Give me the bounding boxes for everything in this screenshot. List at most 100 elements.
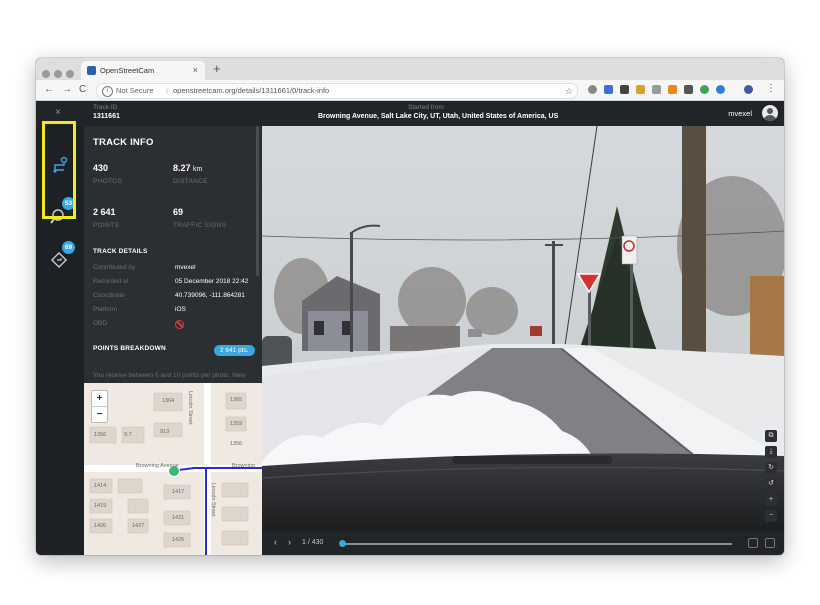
- recorded-at-value: 05 December 2018 22:42: [175, 278, 249, 285]
- sidebar-item-signs[interactable]: 69: [49, 241, 75, 270]
- photo-counter: 1 / 430: [302, 539, 324, 546]
- zoom-control: + −: [91, 390, 108, 423]
- traffic-signs-label: TRAFFIC SIGNS: [173, 222, 227, 229]
- house-number: 1419: [94, 503, 107, 509]
- download-button[interactable]: ⤓: [765, 446, 777, 458]
- house-number: 1364: [162, 398, 175, 404]
- extension-icon[interactable]: [668, 85, 677, 94]
- map[interactable]: + − Browning Avenue Browning Lincoln Str…: [84, 383, 262, 555]
- extension-icon[interactable]: [604, 85, 613, 94]
- panel-scrollbar[interactable]: [256, 126, 259, 276]
- house-number: 1356: [94, 432, 107, 438]
- extension-icon[interactable]: [636, 85, 645, 94]
- url-separator: |: [166, 86, 168, 95]
- photos-value: 430: [93, 163, 109, 173]
- house-number: 1365: [230, 397, 243, 403]
- rotate-left-button[interactable]: ↺: [765, 478, 777, 490]
- browser-tab[interactable]: OpenStreetCam ×: [81, 61, 205, 80]
- zoom-in-button[interactable]: +: [765, 494, 777, 506]
- tab-title: OpenStreetCam: [100, 66, 155, 75]
- detail-key: OBD: [93, 320, 108, 327]
- track-info-panel: TRACK INFO 430 PHOTOS 8.27 km DISTANCE 2…: [84, 126, 262, 383]
- highlight-annotation: [42, 121, 76, 219]
- photo-navigation-bar: ‹ › 1 / 430: [262, 531, 784, 555]
- street-label: Lincoln Street: [187, 391, 193, 425]
- info-icon[interactable]: i: [102, 86, 113, 97]
- extension-icon[interactable]: [700, 85, 709, 94]
- street-photo-viewer[interactable]: ⧉ ⤓ ↻ ↺ + −: [262, 126, 784, 531]
- url-field[interactable]: i Not Secure | openstreetcam.org/details…: [96, 83, 578, 99]
- settings-button[interactable]: [765, 538, 775, 548]
- maximize-window-button[interactable]: [66, 70, 74, 78]
- extension-icon[interactable]: [652, 85, 661, 94]
- points-label: POINTS: [93, 222, 119, 229]
- timeline-handle[interactable]: [339, 540, 346, 547]
- distance-label: DISTANCE: [173, 178, 208, 185]
- fullscreen-button[interactable]: [748, 538, 758, 548]
- minimize-window-button[interactable]: [54, 70, 62, 78]
- street-photo: [262, 126, 784, 531]
- house-number: 1421: [172, 515, 185, 521]
- panel-title: TRACK INFO: [93, 137, 154, 148]
- profile-icon[interactable]: [744, 85, 753, 94]
- reload-icon[interactable]: C: [79, 83, 86, 97]
- forward-icon[interactable]: →: [62, 83, 72, 97]
- zoom-out-button[interactable]: −: [765, 510, 777, 522]
- house-number: 1356: [230, 441, 243, 447]
- house-number: 1414: [94, 483, 107, 489]
- tab-close-icon[interactable]: ×: [193, 61, 198, 80]
- url-text: openstreetcam.org/details/1311661/0/trac…: [173, 86, 330, 95]
- house-number: 913: [160, 429, 170, 435]
- close-window-button[interactable]: [42, 70, 50, 78]
- house-number: 1425: [172, 537, 185, 543]
- platform-value: iOS: [175, 306, 186, 313]
- distance-value: 8.27 km: [173, 163, 203, 173]
- house-number: 1359: [230, 421, 243, 427]
- previous-photo-button[interactable]: ‹: [274, 537, 277, 547]
- started-from-label: Started from: [408, 104, 444, 111]
- browser-window: OpenStreetCam × + ← → C i Not Secure | o…: [36, 58, 784, 555]
- track-id-label: Track ID: [93, 104, 118, 111]
- new-tab-button[interactable]: +: [213, 60, 221, 78]
- track-details-title: TRACK DETAILS: [93, 248, 148, 255]
- close-icon[interactable]: ×: [55, 107, 61, 118]
- address-bar: ← → C i Not Secure | openstreetcam.org/d…: [36, 80, 784, 101]
- back-icon[interactable]: ←: [44, 83, 54, 97]
- coordinate-value: 40.739096, -111.864281: [175, 292, 245, 299]
- app-header: × Track ID 1311661 Started from Browning…: [36, 101, 784, 126]
- browser-menu-icon[interactable]: ⋮: [766, 82, 776, 96]
- house-number: 1417: [172, 489, 185, 495]
- house-number: 1426: [94, 523, 107, 529]
- house-number: 1427: [132, 523, 145, 529]
- zoom-in-button[interactable]: +: [92, 391, 107, 407]
- zoom-out-button[interactable]: −: [92, 407, 107, 422]
- detail-key: Platform: [93, 306, 118, 313]
- contributor-link[interactable]: mvexel: [175, 264, 196, 271]
- next-photo-button[interactable]: ›: [288, 537, 291, 547]
- viewer-tools: ⧉ ⤓ ↻ ↺ + −: [765, 430, 777, 526]
- photo-timeline[interactable]: [342, 543, 732, 545]
- security-label: Not Secure: [116, 86, 154, 95]
- points-value: 2 641: [93, 207, 116, 217]
- street-label: Browning Avenue: [136, 463, 179, 469]
- house-number: 9.7: [124, 432, 132, 438]
- rotate-right-button[interactable]: ↻: [765, 462, 777, 474]
- detail-key: Coordinate: [93, 292, 125, 299]
- extension-icon[interactable]: [716, 85, 725, 94]
- photos-label: PHOTOS: [93, 178, 123, 185]
- points-breakdown-title: POINTS BREAKDOWN: [93, 345, 166, 352]
- points-breakdown-text: You receive between 0 and 10 points per …: [93, 372, 246, 379]
- detail-key: Recorded at: [93, 278, 129, 285]
- extension-icon[interactable]: [684, 85, 693, 94]
- signs-count-badge: 69: [62, 241, 75, 254]
- obd-unavailable-icon: [175, 320, 184, 329]
- street-label: Lincoln Street: [210, 483, 216, 517]
- bookmark-star-icon[interactable]: ☆: [565, 84, 573, 98]
- camera-extension-icon[interactable]: [588, 85, 597, 94]
- extension-icon[interactable]: [620, 85, 629, 94]
- started-from-value: Browning Avenue, Salt Lake City, UT, Uta…: [318, 113, 559, 120]
- detail-key: Contributed by: [93, 264, 136, 271]
- expand-button[interactable]: ⧉: [765, 430, 777, 442]
- username[interactable]: mvexel: [728, 109, 752, 118]
- avatar[interactable]: [762, 105, 778, 121]
